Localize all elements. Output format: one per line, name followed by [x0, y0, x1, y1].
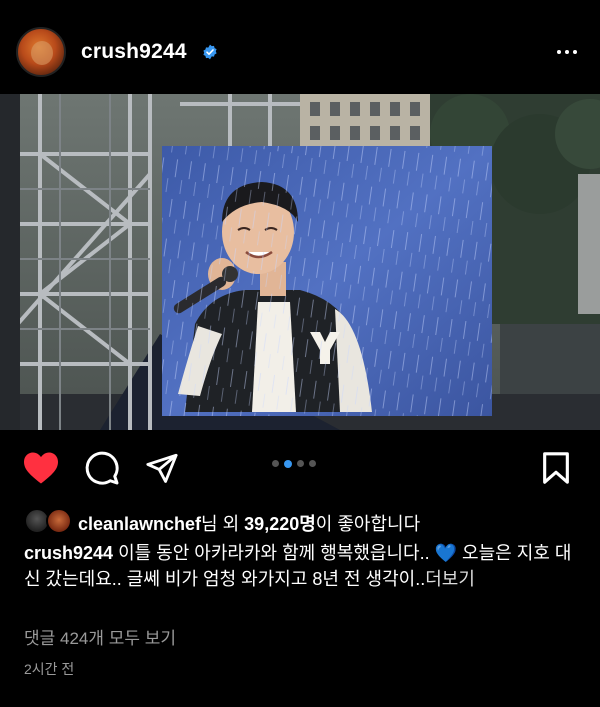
post-username[interactable]: crush9244: [81, 40, 187, 64]
more-options-button[interactable]: [554, 44, 580, 60]
likes-count[interactable]: 39,220명: [244, 514, 316, 534]
likes-text[interactable]: cleanlawnchef님 외 39,220명이 좋아합니다: [78, 510, 420, 536]
post-timestamp: 2시간 전: [24, 661, 75, 677]
send-icon[interactable]: [145, 451, 179, 485]
liker-name[interactable]: cleanlawnchef: [78, 514, 201, 534]
liker-avatars[interactable]: [24, 508, 74, 534]
carousel-dot: [309, 460, 316, 467]
view-all-comments-link[interactable]: 댓글 424개 모두 보기: [24, 624, 176, 649]
post-header: crush9244: [0, 0, 600, 94]
blue-heart-emoji: 💙: [434, 543, 458, 563]
post-image[interactable]: [0, 94, 600, 430]
verified-badge-icon: [203, 44, 217, 60]
carousel-indicator: [272, 459, 316, 468]
carousel-dot: [272, 460, 279, 467]
carousel-dot: [297, 460, 304, 467]
liker-avatar: [46, 508, 72, 534]
likes-suffix-2: 이 좋아합니다: [315, 514, 421, 534]
bookmark-icon[interactable]: [541, 451, 571, 485]
carousel-dot-active: [284, 459, 292, 468]
heart-filled-icon[interactable]: [22, 451, 60, 485]
likes-row: cleanlawnchef님 외 39,220명이 좋아합니다: [24, 507, 420, 535]
caption-author[interactable]: crush9244: [24, 543, 113, 563]
post-caption: crush9244 이틀 동안 아카라카와 함께 행복했읍니다.. 💙 오늘은 …: [24, 540, 574, 592]
comment-icon[interactable]: [84, 450, 120, 486]
concert-photo: [0, 94, 600, 430]
profile-avatar[interactable]: [16, 27, 66, 77]
caption-more-link[interactable]: 더보기: [425, 569, 475, 589]
likes-suffix-1: 님 외: [201, 514, 245, 534]
caption-text-1: 이틀 동안 아카라카와 함께 행복했읍니다..: [113, 543, 435, 563]
